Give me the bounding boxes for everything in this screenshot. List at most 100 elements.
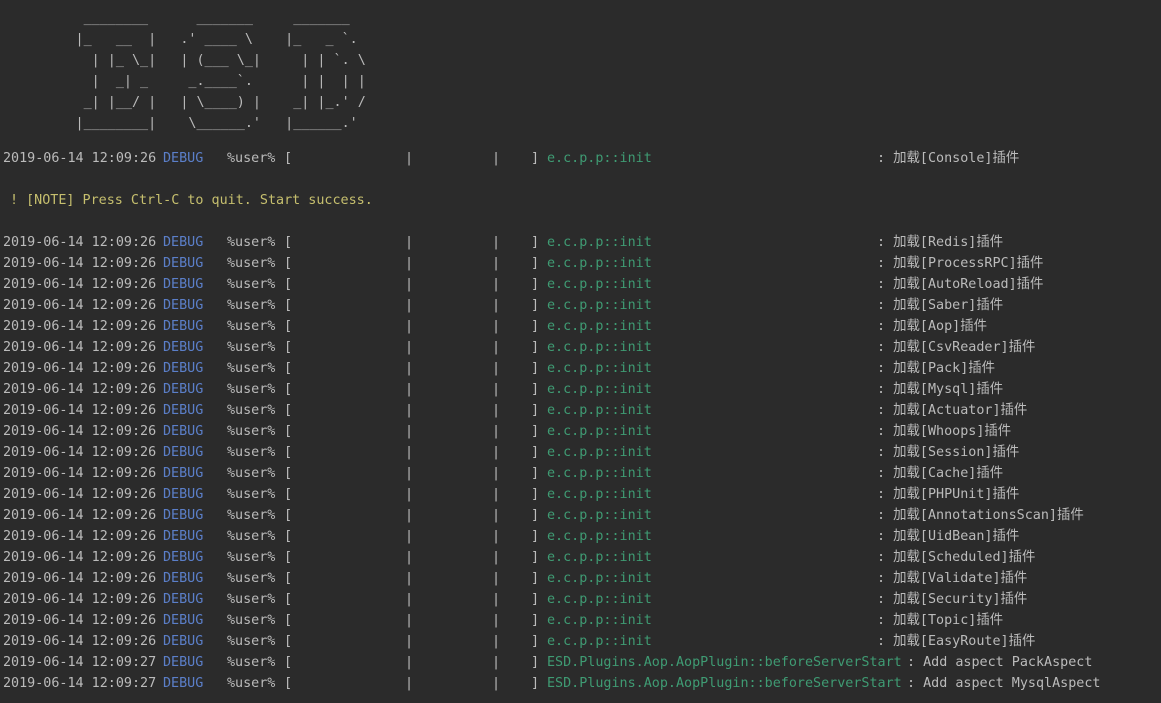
log-message: : 加载[Redis]插件 bbox=[877, 235, 1004, 250]
bracket-close: ] bbox=[531, 361, 540, 376]
separator: | bbox=[405, 655, 414, 670]
log-user: %user% bbox=[227, 655, 276, 670]
log-source: e.c.p.p::init bbox=[547, 508, 652, 523]
separator: | bbox=[405, 256, 414, 271]
log-row: 2019-06-14 12:09:26 DEBUG %user% [| |] e.c.p.… bbox=[0, 148, 1161, 169]
log-date: 2019-06-14 12:09:26 bbox=[3, 403, 157, 418]
log-row: 2019-06-14 12:09:26 DEBUG %user% [| |] e.c.p.… bbox=[0, 484, 1161, 505]
log-source: e.c.p.p::init bbox=[547, 235, 652, 250]
log-user: %user% bbox=[227, 508, 276, 523]
separator: | bbox=[405, 235, 414, 250]
log-user: %user% bbox=[227, 487, 276, 502]
log-row: 2019-06-14 12:09:26 DEBUG %user% [| |] e.c.p.… bbox=[0, 421, 1161, 442]
log-message: : 加载[ProcessRPC]插件 bbox=[877, 256, 1044, 271]
separator: | bbox=[405, 571, 414, 586]
log-message: : 加载[Aop]插件 bbox=[877, 319, 987, 334]
log-row: 2019-06-14 12:09:26 DEBUG %user% [| |] e.c.p.… bbox=[0, 463, 1161, 484]
note-text: ! [NOTE] Press Ctrl-C to quit. Start suc… bbox=[10, 193, 373, 208]
log-level: DEBUG bbox=[163, 277, 204, 292]
log-level: DEBUG bbox=[163, 655, 204, 670]
log-message: : 加载[Scheduled]插件 bbox=[877, 550, 1036, 565]
separator: | bbox=[405, 403, 414, 418]
separator: | bbox=[405, 466, 414, 481]
separator: | bbox=[492, 466, 501, 481]
log-level: DEBUG bbox=[163, 445, 204, 460]
bracket-open: [ bbox=[284, 382, 293, 397]
bracket-open: [ bbox=[284, 403, 293, 418]
log-level: DEBUG bbox=[163, 676, 204, 691]
separator: | bbox=[492, 676, 501, 691]
log-date: 2019-06-14 12:09:26 bbox=[3, 445, 157, 460]
separator: | bbox=[405, 319, 414, 334]
separator: | bbox=[492, 382, 501, 397]
log-source: e.c.p.p::init bbox=[547, 529, 652, 544]
separator: | bbox=[492, 340, 501, 355]
log-user: %user% bbox=[227, 571, 276, 586]
bracket-close: ] bbox=[531, 613, 540, 628]
log-message: : 加载[Mysql]插件 bbox=[877, 382, 1004, 397]
bracket-open: [ bbox=[284, 298, 293, 313]
log-row: 2019-06-14 12:09:26 DEBUG %user% [| |] e.c.p.… bbox=[0, 589, 1161, 610]
log-level: DEBUG bbox=[163, 382, 204, 397]
note-line: ! [NOTE] Press Ctrl-C to quit. Start suc… bbox=[0, 190, 1161, 211]
separator: | bbox=[492, 361, 501, 376]
bracket-close: ] bbox=[531, 634, 540, 649]
log-user: %user% bbox=[227, 319, 276, 334]
log-message: : 加载[EasyRoute]插件 bbox=[877, 634, 1036, 649]
separator: | bbox=[405, 277, 414, 292]
log-date: 2019-06-14 12:09:26 bbox=[3, 592, 157, 607]
log-date: 2019-06-14 12:09:26 bbox=[3, 151, 157, 166]
separator: | bbox=[492, 508, 501, 523]
log-user: %user% bbox=[227, 445, 276, 460]
log-source: e.c.p.p::init bbox=[547, 382, 652, 397]
bracket-open: [ bbox=[284, 340, 293, 355]
log-message: : 加载[Cache]插件 bbox=[877, 466, 1004, 481]
log-user: %user% bbox=[227, 382, 276, 397]
banner-line: ________ _______ _______ bbox=[3, 11, 350, 26]
bracket-open: [ bbox=[284, 487, 293, 502]
bracket-close: ] bbox=[531, 571, 540, 586]
log-source: ESD.Plugins.Aop.AopPlugin::beforeServerS… bbox=[547, 655, 902, 670]
log-level: DEBUG bbox=[163, 424, 204, 439]
log-source: e.c.p.p::init bbox=[547, 466, 652, 481]
log-message: : 加载[Session]插件 bbox=[877, 445, 1020, 460]
bracket-close: ] bbox=[531, 256, 540, 271]
bracket-open: [ bbox=[284, 655, 293, 670]
log-row: 2019-06-14 12:09:26 DEBUG %user% [| |] e.c.p.… bbox=[0, 400, 1161, 421]
log-message: : 加载[Security]插件 bbox=[877, 592, 1028, 607]
log-source: e.c.p.p::init bbox=[547, 151, 652, 166]
log-row: 2019-06-14 12:09:26 DEBUG %user% [| |] e.c.p.… bbox=[0, 316, 1161, 337]
bracket-open: [ bbox=[284, 235, 293, 250]
log-source: e.c.p.p::init bbox=[547, 277, 652, 292]
log-date: 2019-06-14 12:09:26 bbox=[3, 361, 157, 376]
log-message: : Add aspect PackAspect bbox=[907, 655, 1093, 670]
log-user: %user% bbox=[227, 403, 276, 418]
log-row: 2019-06-14 12:09:26 DEBUG %user% [| |] e.c.p.… bbox=[0, 358, 1161, 379]
separator: | bbox=[492, 151, 501, 166]
log-date: 2019-06-14 12:09:26 bbox=[3, 298, 157, 313]
bracket-open: [ bbox=[284, 256, 293, 271]
separator: | bbox=[405, 151, 414, 166]
log-source: e.c.p.p::init bbox=[547, 298, 652, 313]
bracket-close: ] bbox=[531, 445, 540, 460]
bracket-open: [ bbox=[284, 319, 293, 334]
log-user: %user% bbox=[227, 424, 276, 439]
log-date: 2019-06-14 12:09:26 bbox=[3, 613, 157, 628]
bracket-close: ] bbox=[531, 550, 540, 565]
bracket-close: ] bbox=[531, 277, 540, 292]
log-date: 2019-06-14 12:09:26 bbox=[3, 466, 157, 481]
bracket-open: [ bbox=[284, 151, 293, 166]
log-level: DEBUG bbox=[163, 634, 204, 649]
log-row: 2019-06-14 12:09:26 DEBUG %user% [| |] e.c.p.… bbox=[0, 547, 1161, 568]
separator: | bbox=[492, 256, 501, 271]
log-user: %user% bbox=[227, 466, 276, 481]
log-user: %user% bbox=[227, 235, 276, 250]
separator: | bbox=[492, 487, 501, 502]
log-row: 2019-06-14 12:09:26 DEBUG %user% [| |] e.c.p.… bbox=[0, 337, 1161, 358]
separator: | bbox=[405, 676, 414, 691]
bracket-close: ] bbox=[531, 151, 540, 166]
separator: | bbox=[405, 382, 414, 397]
separator: | bbox=[405, 529, 414, 544]
bracket-open: [ bbox=[284, 676, 293, 691]
log-date: 2019-06-14 12:09:26 bbox=[3, 571, 157, 586]
